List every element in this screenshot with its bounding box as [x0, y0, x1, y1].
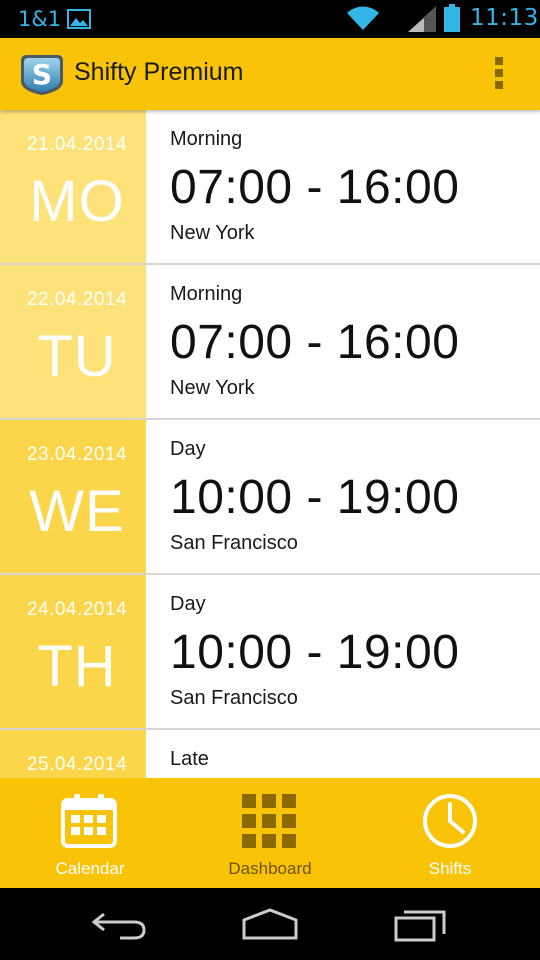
nav-shifts[interactable]: Shifts: [360, 778, 540, 888]
nav-calendar-label: Calendar: [55, 859, 125, 878]
shift-date: 23.04.2014: [26, 444, 128, 465]
system-nav-bar: [0, 888, 540, 960]
shift-row[interactable]: 23.04.2014 WE Day 10:00 - 19:00 San Francisc…: [0, 420, 540, 575]
shift-date-column: 21.04.2014 MO: [0, 110, 146, 263]
shift-location: San Francisco: [170, 687, 298, 709]
shift-row[interactable]: 21.04.2014 MO Morning 07:00 - 16:00 New York: [0, 110, 540, 265]
shift-date: 25.04.2014: [26, 754, 128, 775]
battery-icon: [444, 4, 460, 32]
shift-time: 07:00 - 16:00: [170, 316, 460, 369]
shift-type: Day: [170, 593, 206, 615]
nav-calendar[interactable]: Calendar: [0, 778, 180, 888]
shift-weekday: TH: [37, 634, 117, 699]
shift-row[interactable]: 25.04.2014 Late: [0, 730, 540, 778]
shift-date-column: 22.04.2014 TU: [0, 265, 146, 418]
shift-location: New York: [170, 222, 255, 244]
status-bar: 1&1 11:13: [0, 0, 540, 38]
overflow-menu-icon[interactable]: [488, 54, 510, 94]
signal-icon: [408, 6, 436, 32]
calendar-icon: [61, 794, 117, 848]
recent-apps-icon[interactable]: [392, 906, 452, 942]
nav-shifts-label: Shifts: [428, 859, 472, 878]
nav-dashboard[interactable]: Dashboard: [180, 778, 360, 888]
dashboard-grid-icon: [242, 794, 296, 848]
shift-weekday: MO: [29, 169, 125, 234]
shift-type: Late: [170, 748, 209, 770]
shift-list[interactable]: 21.04.2014 MO Morning 07:00 - 16:00 New York…: [0, 110, 540, 778]
gallery-icon: [67, 9, 91, 29]
shift-date-column: 25.04.2014: [0, 730, 146, 778]
shift-date: 24.04.2014: [26, 599, 128, 620]
nav-dashboard-label: Dashboard: [228, 859, 312, 878]
status-clock: 11:13: [470, 5, 539, 31]
wifi-icon: [347, 6, 379, 30]
shift-type: Day: [170, 438, 206, 460]
shift-type: Morning: [170, 128, 243, 150]
shift-row[interactable]: 24.04.2014 TH Day 10:00 - 19:00 San Francisc…: [0, 575, 540, 730]
app-logo-icon[interactable]: S: [19, 51, 65, 97]
back-icon[interactable]: [90, 906, 150, 942]
shift-type: Morning: [170, 283, 243, 305]
bottom-nav: Calendar Dashboard Shifts: [0, 778, 540, 888]
shift-date-column: 24.04.2014 TH: [0, 575, 146, 728]
shift-location: New York: [170, 377, 255, 399]
app-title: Shifty Premium: [74, 58, 244, 86]
shift-location: San Francisco: [170, 532, 298, 554]
shift-time: 10:00 - 19:00: [170, 471, 460, 524]
shift-weekday: WE: [29, 479, 125, 544]
carrier-label: 1&1: [18, 7, 62, 31]
shift-time: 10:00 - 19:00: [170, 626, 460, 679]
shift-date-column: 23.04.2014 WE: [0, 420, 146, 573]
shift-time: 07:00 - 16:00: [170, 161, 460, 214]
clock-icon: [423, 794, 477, 848]
shift-date: 21.04.2014: [26, 134, 128, 155]
logo-letter: S: [32, 58, 52, 91]
home-icon[interactable]: [240, 906, 300, 942]
action-bar: S Shifty Premium: [0, 38, 540, 110]
shift-row[interactable]: 22.04.2014 TU Morning 07:00 - 16:00 New York: [0, 265, 540, 420]
shift-date: 22.04.2014: [26, 289, 128, 310]
shift-weekday: TU: [37, 324, 117, 389]
